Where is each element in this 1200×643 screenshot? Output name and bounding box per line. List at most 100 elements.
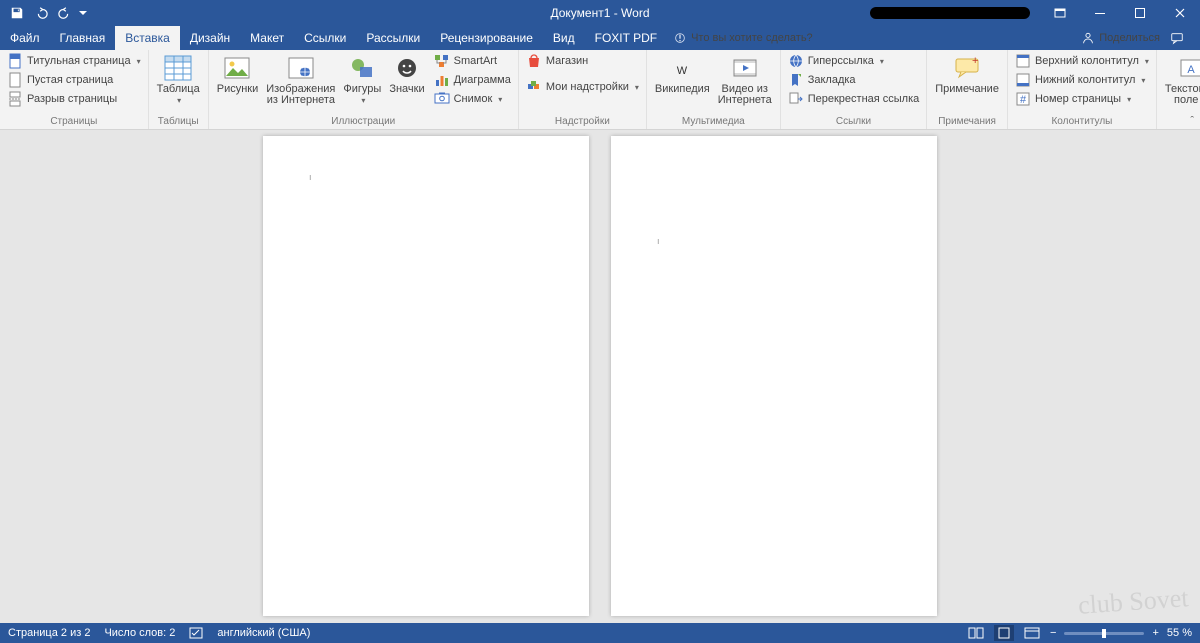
zoom-out-button[interactable]: − xyxy=(1050,627,1056,639)
addins-icon xyxy=(526,79,542,95)
ribbon: Титульная страница▾ Пустая страница Разр… xyxy=(0,50,1200,130)
status-words[interactable]: Число слов: 2 xyxy=(104,627,175,639)
status-proofing-icon[interactable] xyxy=(189,627,203,639)
title-bar: Документ1 - Word xyxy=(0,0,1200,26)
textbox-button[interactable]: A Текстовоеполе ▾ xyxy=(1161,52,1200,108)
header-button[interactable]: Верхний колонтитул▾ xyxy=(1012,52,1152,70)
tab-view[interactable]: Вид xyxy=(543,26,585,50)
print-layout-button[interactable] xyxy=(994,625,1014,641)
hyperlink-icon xyxy=(788,53,804,69)
chart-icon xyxy=(434,72,450,88)
group-addins-label: Надстройки xyxy=(523,115,642,129)
icons-icon xyxy=(395,54,419,82)
bookmark-button[interactable]: Закладка xyxy=(785,71,923,89)
group-addins: Магазин Мои надстройки▾ Надстройки xyxy=(519,50,647,129)
document-area[interactable]: ı ı xyxy=(0,130,1200,623)
footer-button[interactable]: Нижний колонтитул▾ xyxy=(1012,71,1152,89)
group-links: Гиперссылка▾ Закладка Перекрестная ссылк… xyxy=(781,50,928,129)
tab-mailings[interactable]: Рассылки xyxy=(356,26,430,50)
smartart-button[interactable]: SmartArt xyxy=(431,52,514,70)
redo-button[interactable] xyxy=(54,2,76,24)
quick-access-toolbar xyxy=(0,2,88,24)
status-bar: Страница 2 из 2 Число слов: 2 английский… xyxy=(0,623,1200,643)
ribbon-tabs: Файл Главная Вставка Дизайн Макет Ссылки… xyxy=(0,26,1200,50)
store-icon xyxy=(526,53,542,69)
icons-button[interactable]: Значки xyxy=(385,52,428,97)
online-pictures-icon xyxy=(288,54,314,82)
hyperlink-button[interactable]: Гиперссылка▾ xyxy=(785,52,923,70)
screenshot-button[interactable]: Снимок▾ xyxy=(431,90,514,108)
header-icon xyxy=(1015,53,1031,69)
blank-page-button[interactable]: Пустая страница xyxy=(4,71,144,89)
blank-page-icon xyxy=(7,72,23,88)
online-pictures-button[interactable]: Изображенияиз Интернета xyxy=(262,52,339,108)
collapse-ribbon-button[interactable]: ˆ xyxy=(1190,115,1194,127)
tab-foxit[interactable]: FOXIT PDF xyxy=(585,26,667,50)
comment-icon: + xyxy=(954,54,980,82)
chart-button[interactable]: Диаграмма xyxy=(431,71,514,89)
group-illustrations-label: Иллюстрации xyxy=(213,115,514,129)
svg-text:+: + xyxy=(972,56,978,67)
page-break-button[interactable]: Разрыв страницы xyxy=(4,90,144,108)
tab-layout[interactable]: Макет xyxy=(240,26,294,50)
tab-insert[interactable]: Вставка xyxy=(115,26,180,50)
page-number-button[interactable]: #Номер страницы▾ xyxy=(1012,90,1152,108)
crossref-icon xyxy=(788,91,804,107)
redacted-area xyxy=(870,7,1030,19)
comment-button[interactable]: + Примечание xyxy=(931,52,1003,97)
close-button[interactable] xyxy=(1160,0,1200,26)
share-button[interactable]: Поделиться xyxy=(1081,31,1160,45)
comments-pane-button[interactable] xyxy=(1170,31,1192,45)
table-button[interactable]: Таблица▾ xyxy=(153,52,204,108)
group-comments-label: Примечания xyxy=(931,115,1003,129)
cover-page-icon xyxy=(7,53,23,69)
web-layout-button[interactable] xyxy=(1022,625,1042,641)
read-mode-button[interactable] xyxy=(966,625,986,641)
svg-text:W: W xyxy=(677,65,688,77)
pageno-icon: # xyxy=(1015,91,1031,107)
tell-me-search[interactable]: Что вы хотите сделать? xyxy=(673,26,813,50)
tab-design[interactable]: Дизайн xyxy=(180,26,240,50)
cover-page-button[interactable]: Титульная страница▾ xyxy=(4,52,144,70)
cross-reference-button[interactable]: Перекрестная ссылка xyxy=(785,90,923,108)
wikipedia-button[interactable]: W Википедия xyxy=(651,52,714,97)
group-tables: Таблица▾ Таблицы xyxy=(149,50,209,129)
page-break-icon xyxy=(7,91,23,107)
page-1[interactable]: ı xyxy=(263,136,589,616)
tab-review[interactable]: Рецензирование xyxy=(430,26,543,50)
status-language[interactable]: английский (США) xyxy=(217,627,310,639)
group-text-label: Текст xyxy=(1161,115,1200,129)
ribbon-display-button[interactable] xyxy=(1040,0,1080,26)
footer-icon xyxy=(1015,72,1031,88)
zoom-slider[interactable] xyxy=(1064,632,1144,635)
pictures-button[interactable]: Рисунки xyxy=(213,52,263,97)
store-button[interactable]: Магазин xyxy=(523,52,642,70)
group-media-label: Мультимедиа xyxy=(651,115,776,129)
minimize-button[interactable] xyxy=(1080,0,1120,26)
maximize-button[interactable] xyxy=(1120,0,1160,26)
window-controls xyxy=(870,0,1200,26)
undo-button[interactable] xyxy=(30,2,52,24)
tab-references[interactable]: Ссылки xyxy=(294,26,356,50)
page-2[interactable]: ı xyxy=(611,136,937,616)
qat-dropdown[interactable] xyxy=(78,2,88,24)
zoom-in-button[interactable]: + xyxy=(1152,627,1158,639)
tab-file[interactable]: Файл xyxy=(0,26,50,50)
save-button[interactable] xyxy=(6,2,28,24)
shapes-button[interactable]: Фигуры▾ xyxy=(339,52,385,108)
shapes-icon xyxy=(349,54,375,82)
online-video-button[interactable]: Видео изИнтернета xyxy=(714,52,776,108)
zoom-level[interactable]: 55 % xyxy=(1167,627,1192,639)
status-page[interactable]: Страница 2 из 2 xyxy=(8,627,90,639)
pictures-icon xyxy=(224,54,250,82)
group-comments: + Примечание Примечания xyxy=(927,50,1008,129)
my-addins-button[interactable]: Мои надстройки▾ xyxy=(523,78,642,96)
tab-home[interactable]: Главная xyxy=(50,26,116,50)
group-media: W Википедия Видео изИнтернета Мультимеди… xyxy=(647,50,781,129)
screenshot-icon xyxy=(434,91,450,107)
bookmark-icon xyxy=(788,72,804,88)
group-hf-label: Колонтитулы xyxy=(1012,115,1152,129)
group-illustrations: Рисунки Изображенияиз Интернета Фигуры▾ … xyxy=(209,50,519,129)
textbox-icon: A xyxy=(1179,54,1200,82)
video-icon xyxy=(732,54,758,82)
